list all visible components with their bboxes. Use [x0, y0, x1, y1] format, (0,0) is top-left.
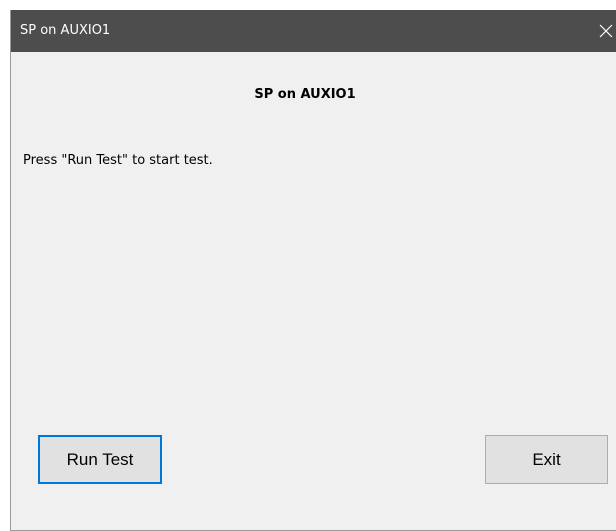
- status-message: Press "Run Test" to start test.: [23, 153, 213, 168]
- dialog-heading: SP on AUXIO1: [254, 87, 356, 102]
- run-test-button[interactable]: Run Test: [38, 435, 162, 484]
- close-icon: [599, 24, 613, 38]
- title-bar[interactable]: SP on AUXIO1: [11, 10, 616, 52]
- dialog-window: SP on AUXIO1 SP on AUXIO1 Press "Run Tes…: [10, 10, 616, 531]
- exit-button[interactable]: Exit: [485, 435, 608, 484]
- window-title: SP on AUXIO1: [20, 23, 111, 38]
- close-button[interactable]: [595, 10, 616, 52]
